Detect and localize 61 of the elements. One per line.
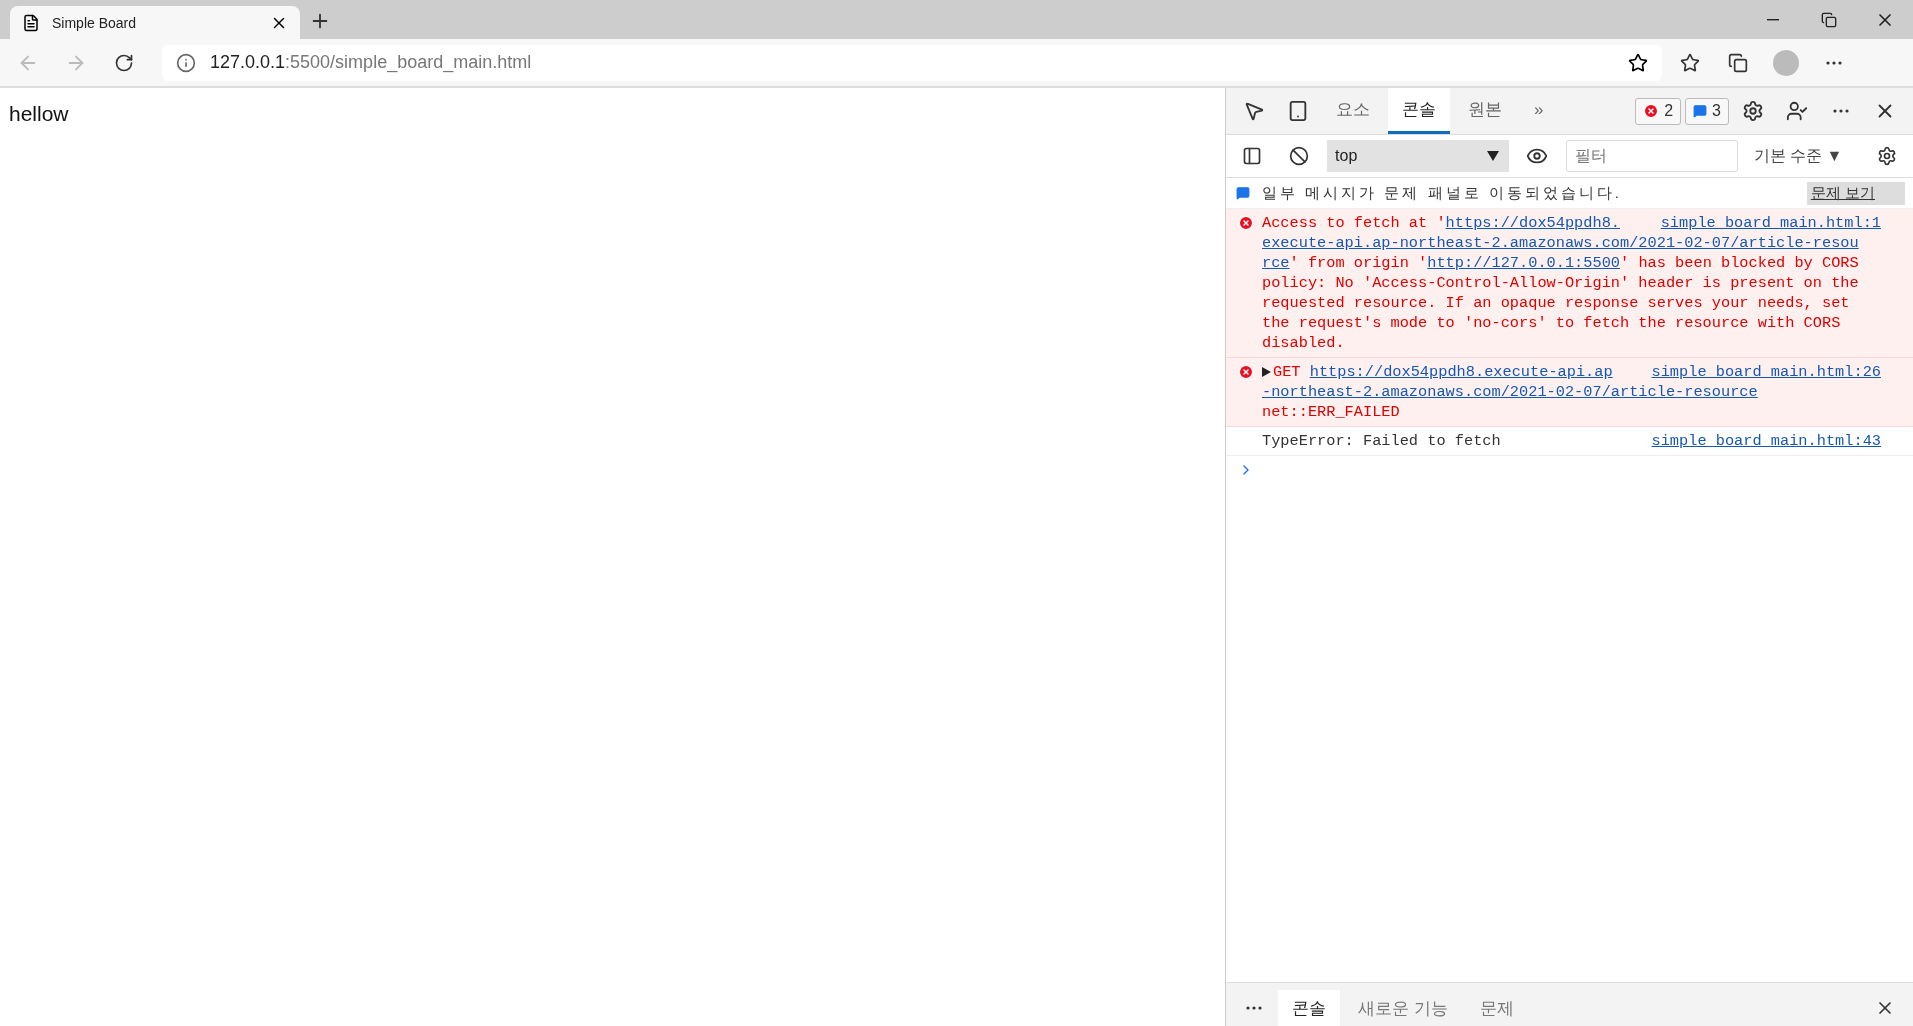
devtools-tab[interactable]: 원본 <box>1454 88 1516 134</box>
message-line: TypeError: Failed to fetch <box>1262 431 1501 451</box>
address-bar[interactable]: 127.0.0.1:5500/simple_board_main.html <box>162 44 1662 81</box>
star-icon <box>1680 52 1700 73</box>
view-issues-button[interactable]: 문제 보기 <box>1806 181 1905 205</box>
more-tabs-button[interactable]: » <box>1520 88 1558 134</box>
drawer-tab[interactable]: 새로운 기능 <box>1344 990 1462 1026</box>
devtools-tab[interactable]: 콘솔 <box>1388 88 1450 134</box>
log-level-dropdown[interactable]: 기본 수준 ▼ <box>1747 144 1849 168</box>
message-line: requested resource. If an opaque response serves your needs, set <box>1262 293 1850 313</box>
notice-text: 일부 메시지가 문제 패널로 이동되었습니다. <box>1262 183 1623 203</box>
browser-tab[interactable]: Simple Board <box>10 6 300 39</box>
tab-title: Simple Board <box>52 14 138 31</box>
context-select[interactable]: top <box>1327 140 1510 172</box>
more-icon <box>1246 1006 1262 1010</box>
collections-icon <box>1728 52 1748 73</box>
url-link[interactable]: https://dox54ppdh8.execute-api.ap <box>1309 362 1613 382</box>
more-icon <box>1833 109 1849 113</box>
error-icon <box>1238 364 1254 380</box>
more-icon <box>1826 60 1842 65</box>
message-line: net::ERR_FAILED <box>1262 402 1400 422</box>
settings-icon <box>1876 146 1897 166</box>
message-line: the request's mode to 'no-cors' to fetch the resource with CORS <box>1262 313 1841 333</box>
url-link[interactable]: rce <box>1262 253 1290 273</box>
url-link[interactable]: http://127.0.0.1:5500 <box>1427 253 1621 273</box>
message-count-button[interactable]: 3 <box>1685 97 1729 125</box>
url-link[interactable]: -northeast-2.amazonaws.com/2021-02-07/article-resource <box>1262 382 1758 402</box>
clear-icon <box>1288 146 1309 166</box>
source-link[interactable]: simple_board_main.html:43 <box>1641 431 1881 451</box>
message-line: Access to fetch at 'https://dox54ppdh8. <box>1262 213 1620 233</box>
filter-field[interactable]: 필터 <box>1565 140 1738 172</box>
page-text: hellow <box>9 102 69 125</box>
devtools-tab[interactable]: 요소 <box>1322 88 1384 134</box>
settings-icon <box>1742 100 1764 122</box>
url-link[interactable]: https://dox54ppdh8. <box>1445 213 1620 233</box>
error-icon <box>1643 103 1660 119</box>
cursor-icon <box>1243 100 1265 122</box>
avatar-icon <box>1773 49 1799 76</box>
error-count-button[interactable]: 2 <box>1635 97 1682 125</box>
message-line: disabled. <box>1262 333 1345 353</box>
page-icon <box>22 13 40 32</box>
device-icon <box>1287 100 1309 122</box>
message-icon <box>1236 186 1250 200</box>
error-icon <box>1238 215 1254 231</box>
person-icon <box>1786 100 1808 122</box>
info-icon[interactable] <box>176 52 196 73</box>
message-icon <box>1693 104 1708 118</box>
url-text: 127.0.0.1:5500/simple_board_main.html <box>210 52 533 73</box>
star-icon[interactable] <box>1628 52 1648 73</box>
message-line: rce' from origin 'http://127.0.0.1:5500' has been blocked by CORS <box>1262 253 1859 273</box>
restore-icon <box>1821 11 1837 28</box>
drawer-tab[interactable]: 콘솔 <box>1278 990 1340 1026</box>
url-link[interactable]: execute-api.ap-northeast-2.amazonaws.com/2021-02-07/article-resou <box>1262 233 1859 253</box>
drawer-tab[interactable]: 문제 <box>1465 990 1528 1026</box>
reload-icon <box>114 52 134 73</box>
message-line: GET https://dox54ppdh8.execute-api.ap <box>1262 362 1613 382</box>
caret-icon <box>1487 151 1500 161</box>
expand-triangle-icon[interactable] <box>1262 367 1271 377</box>
sidebar-icon <box>1242 146 1263 166</box>
minimize-icon <box>1767 18 1779 21</box>
message-line: policy: No 'Access-Control-Allow-Origin' header is present on the <box>1262 273 1859 293</box>
